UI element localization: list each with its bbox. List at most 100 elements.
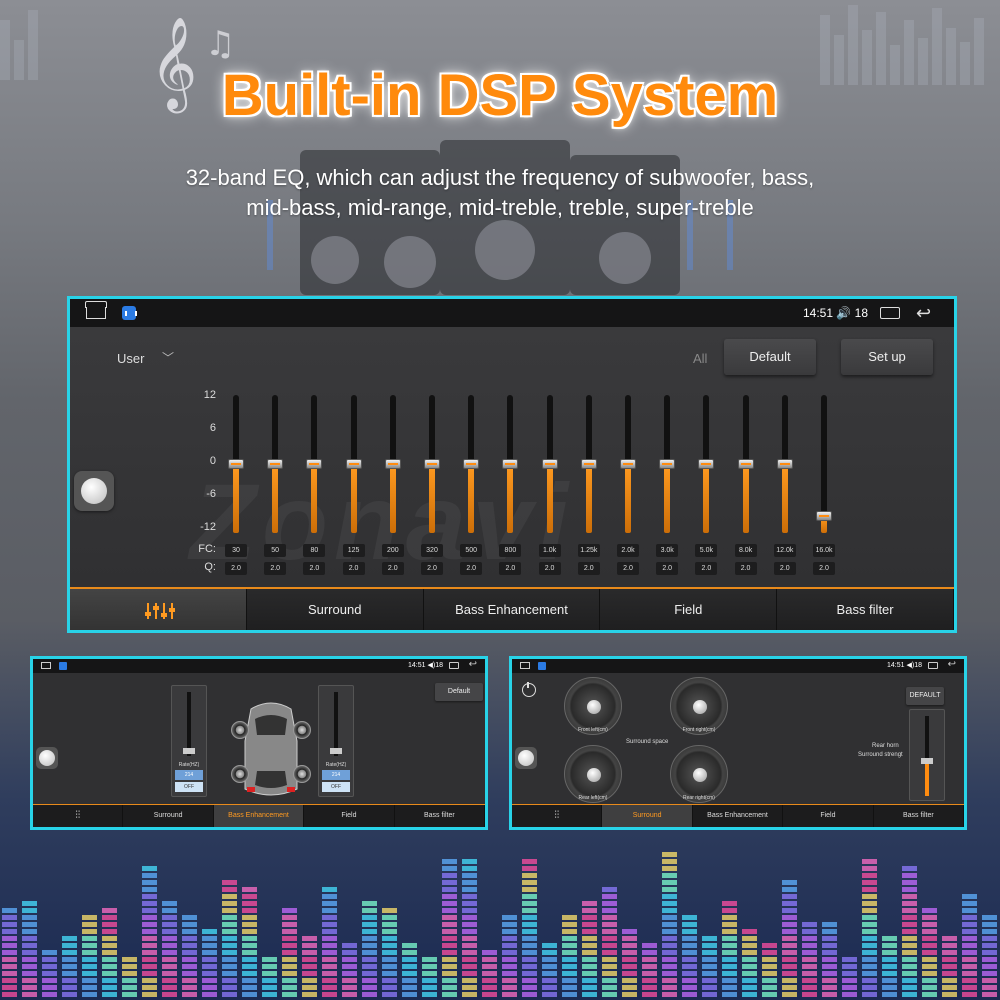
eq-slider[interactable] [490, 395, 530, 533]
eq-slider-thumb[interactable] [620, 459, 636, 469]
eq-slider-thumb[interactable] [306, 459, 323, 469]
home-icon[interactable] [520, 662, 530, 669]
tab-equalizer[interactable] [70, 589, 247, 630]
eq-slider[interactable] [373, 395, 413, 533]
q-value[interactable]: 2.0 [656, 562, 679, 575]
q-value[interactable]: 2.0 [734, 562, 757, 575]
setup-button[interactable]: Set up [841, 339, 933, 375]
home-icon[interactable] [41, 662, 51, 669]
back-icon[interactable]: ↩ [916, 304, 938, 322]
fc-value[interactable]: 200 [381, 544, 404, 557]
fc-value[interactable]: 12.0k [773, 544, 796, 557]
tab-bass-filter[interactable]: Bass filter [777, 589, 954, 630]
floating-assist-button[interactable] [74, 471, 114, 511]
recent-apps-icon[interactable] [449, 662, 459, 669]
tab-field[interactable]: Field [304, 805, 395, 827]
bass-switch[interactable]: OFF [322, 782, 350, 792]
q-value[interactable]: 2.0 [617, 562, 639, 575]
floating-assist-button[interactable] [36, 747, 58, 769]
eq-slider-thumb[interactable] [776, 459, 793, 469]
floating-assist-button[interactable] [515, 747, 537, 769]
eq-slider[interactable] [412, 395, 452, 533]
app-icon[interactable] [122, 306, 137, 320]
eq-slider[interactable] [216, 395, 256, 533]
eq-slider-thumb[interactable] [228, 459, 244, 469]
back-icon[interactable]: ↩ [948, 659, 956, 670]
fc-value[interactable]: 16.0k [813, 544, 835, 557]
fc-value[interactable]: 1.0k [538, 544, 561, 557]
q-value[interactable]: 2.0 [225, 562, 247, 575]
tab-field[interactable]: Field [783, 805, 874, 827]
app-icon[interactable] [59, 662, 67, 670]
eq-slider[interactable] [334, 395, 374, 533]
q-value[interactable]: 2.0 [577, 562, 600, 575]
fc-value[interactable]: 80 [303, 544, 326, 557]
eq-slider[interactable] [255, 395, 295, 533]
eq-slider-thumb[interactable] [541, 459, 558, 469]
eq-slider-thumb[interactable] [737, 459, 754, 469]
q-value[interactable]: 2.0 [460, 562, 483, 575]
recent-apps-icon[interactable] [928, 662, 938, 669]
eq-slider-thumb[interactable] [267, 459, 284, 469]
back-icon[interactable]: ↩ [469, 659, 477, 670]
tab-bass-enhancement[interactable]: Bass Enhancement [213, 805, 305, 827]
tab-equalizer[interactable]: ⫶⫶ [33, 805, 124, 827]
home-icon[interactable] [86, 307, 106, 319]
fc-value[interactable]: 500 [460, 544, 483, 557]
app-icon[interactable] [538, 662, 546, 670]
tab-bass-enhancement[interactable]: Bass Enhancement [423, 589, 601, 630]
tab-bass-enhancement[interactable]: Bass Enhancement [693, 805, 784, 827]
eq-slider-thumb[interactable] [463, 459, 480, 469]
q-value[interactable]: 2.0 [381, 562, 404, 575]
eq-slider[interactable] [294, 395, 334, 533]
default-button[interactable]: Default [435, 683, 483, 701]
tab-field[interactable]: Field [600, 589, 778, 630]
tab-equalizer[interactable]: ⫶⫶ [512, 805, 603, 827]
bass-switch[interactable]: OFF [175, 782, 203, 792]
eq-slider-thumb[interactable] [698, 459, 715, 469]
tab-surround[interactable]: Surround [602, 805, 693, 827]
eq-slider[interactable] [451, 395, 491, 533]
q-value[interactable]: 2.0 [421, 562, 443, 575]
eq-slider[interactable] [608, 395, 648, 533]
preset-select[interactable]: User [117, 351, 144, 366]
left-bass-panel[interactable]: Rate(HZ) 214 OFF [171, 685, 207, 797]
q-value[interactable]: 2.0 [264, 562, 287, 575]
fc-value[interactable]: 800 [499, 544, 522, 557]
eq-slider[interactable] [647, 395, 687, 533]
fc-value[interactable]: 3.0k [656, 544, 679, 557]
default-button[interactable]: Default [724, 339, 816, 375]
tab-bass-filter[interactable]: Bass filter [395, 805, 485, 827]
eq-slider[interactable] [569, 395, 609, 533]
q-value[interactable]: 2.0 [303, 562, 326, 575]
q-value[interactable]: 2.0 [773, 562, 796, 575]
chevron-down-icon[interactable]: ﹀ [162, 349, 174, 366]
eq-slider[interactable] [530, 395, 570, 533]
fc-value[interactable]: 320 [421, 544, 443, 557]
eq-slider[interactable] [726, 395, 766, 533]
eq-slider-thumb[interactable] [384, 459, 401, 469]
q-value[interactable]: 2.0 [813, 562, 835, 575]
eq-slider-thumb[interactable] [816, 510, 832, 521]
power-icon[interactable] [522, 682, 536, 697]
q-value[interactable]: 2.0 [342, 562, 365, 575]
fc-value[interactable]: 125 [342, 544, 365, 557]
eq-slider-thumb[interactable] [424, 459, 440, 469]
default-button[interactable]: DEFAULT [906, 687, 944, 705]
fc-value[interactable]: 5.0k [695, 544, 718, 557]
surround-strength-slider[interactable] [909, 709, 945, 801]
all-button[interactable]: All [693, 351, 707, 366]
eq-slider-thumb[interactable] [345, 459, 362, 469]
eq-slider[interactable] [804, 395, 844, 533]
right-bass-panel[interactable]: Rate(HZ) 214 OFF [318, 685, 354, 797]
eq-slider-thumb[interactable] [580, 459, 597, 469]
fc-value[interactable]: 50 [264, 544, 287, 557]
fc-value[interactable]: 2.0k [617, 544, 639, 557]
eq-slider-thumb[interactable] [502, 459, 519, 469]
recent-apps-icon[interactable] [880, 307, 900, 319]
eq-slider-thumb[interactable] [659, 459, 676, 469]
q-value[interactable]: 2.0 [695, 562, 718, 575]
tab-surround[interactable]: Surround [123, 805, 214, 827]
tab-bass-filter[interactable]: Bass filter [874, 805, 964, 827]
q-value[interactable]: 2.0 [538, 562, 561, 575]
